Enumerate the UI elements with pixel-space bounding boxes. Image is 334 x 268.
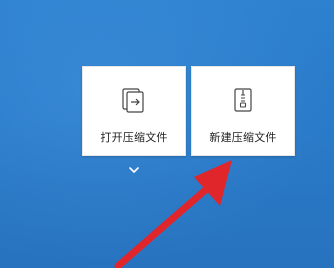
new-archive-label: 新建压缩文件 xyxy=(209,131,277,144)
open-archive-tile[interactable]: 打开压缩文件 xyxy=(82,66,186,156)
new-archive-icon xyxy=(228,85,258,115)
new-archive-tile[interactable]: 新建压缩文件 xyxy=(191,66,295,156)
chevron-down-icon[interactable] xyxy=(128,160,140,173)
open-archive-label: 打开压缩文件 xyxy=(100,131,168,144)
open-archive-icon xyxy=(119,85,149,115)
